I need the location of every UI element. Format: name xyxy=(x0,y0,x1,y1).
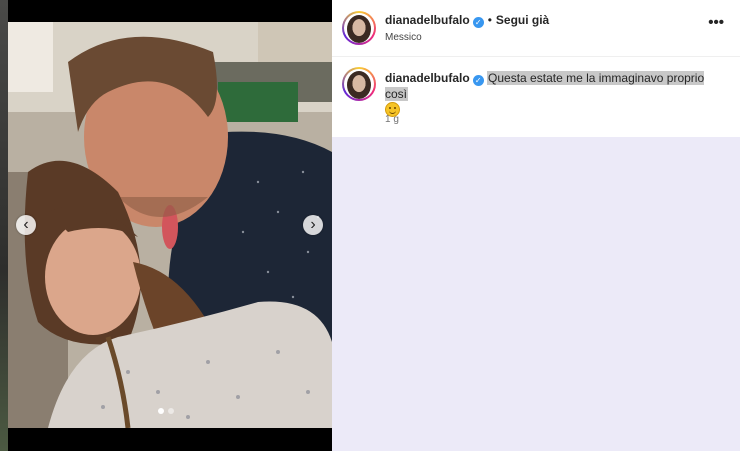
location-link[interactable]: Messico xyxy=(385,32,422,43)
selfie-photo-image xyxy=(8,22,332,428)
header-user-line: dianadelbufalo ✓ • Segui già xyxy=(385,13,549,28)
post-header: dianadelbufalo ✓ • Segui già Messico ••• xyxy=(332,0,740,57)
verified-badge-icon: ✓ xyxy=(472,17,484,28)
caption-avatar[interactable] xyxy=(342,67,376,101)
more-options-icon[interactable]: ••• xyxy=(708,14,724,31)
verified-badge-icon: ✓ xyxy=(472,75,484,86)
caption-username-link[interactable]: dianadelbufalo xyxy=(385,71,470,85)
previous-image-button[interactable]: ‹ xyxy=(16,215,36,235)
previous-post-edge xyxy=(0,0,8,451)
avatar[interactable] xyxy=(342,11,376,45)
carousel-dots xyxy=(158,408,174,414)
post-photo[interactable] xyxy=(8,22,332,428)
caption: dianadelbufalo ✓ Questa estate me la imma… xyxy=(385,70,725,119)
username-link[interactable]: dianadelbufalo xyxy=(385,13,470,27)
carousel-dot-active xyxy=(158,408,164,414)
post-details-panel: dianadelbufalo ✓ • Segui già Messico ••• di… xyxy=(332,0,740,137)
following-button[interactable]: Segui già xyxy=(496,13,549,27)
carousel-dot xyxy=(168,408,174,414)
post-media: ‹ › xyxy=(0,0,332,451)
next-image-button[interactable]: › xyxy=(303,215,323,235)
post-timestamp[interactable]: 1 g xyxy=(385,114,399,125)
separator-dot: • xyxy=(487,13,492,27)
